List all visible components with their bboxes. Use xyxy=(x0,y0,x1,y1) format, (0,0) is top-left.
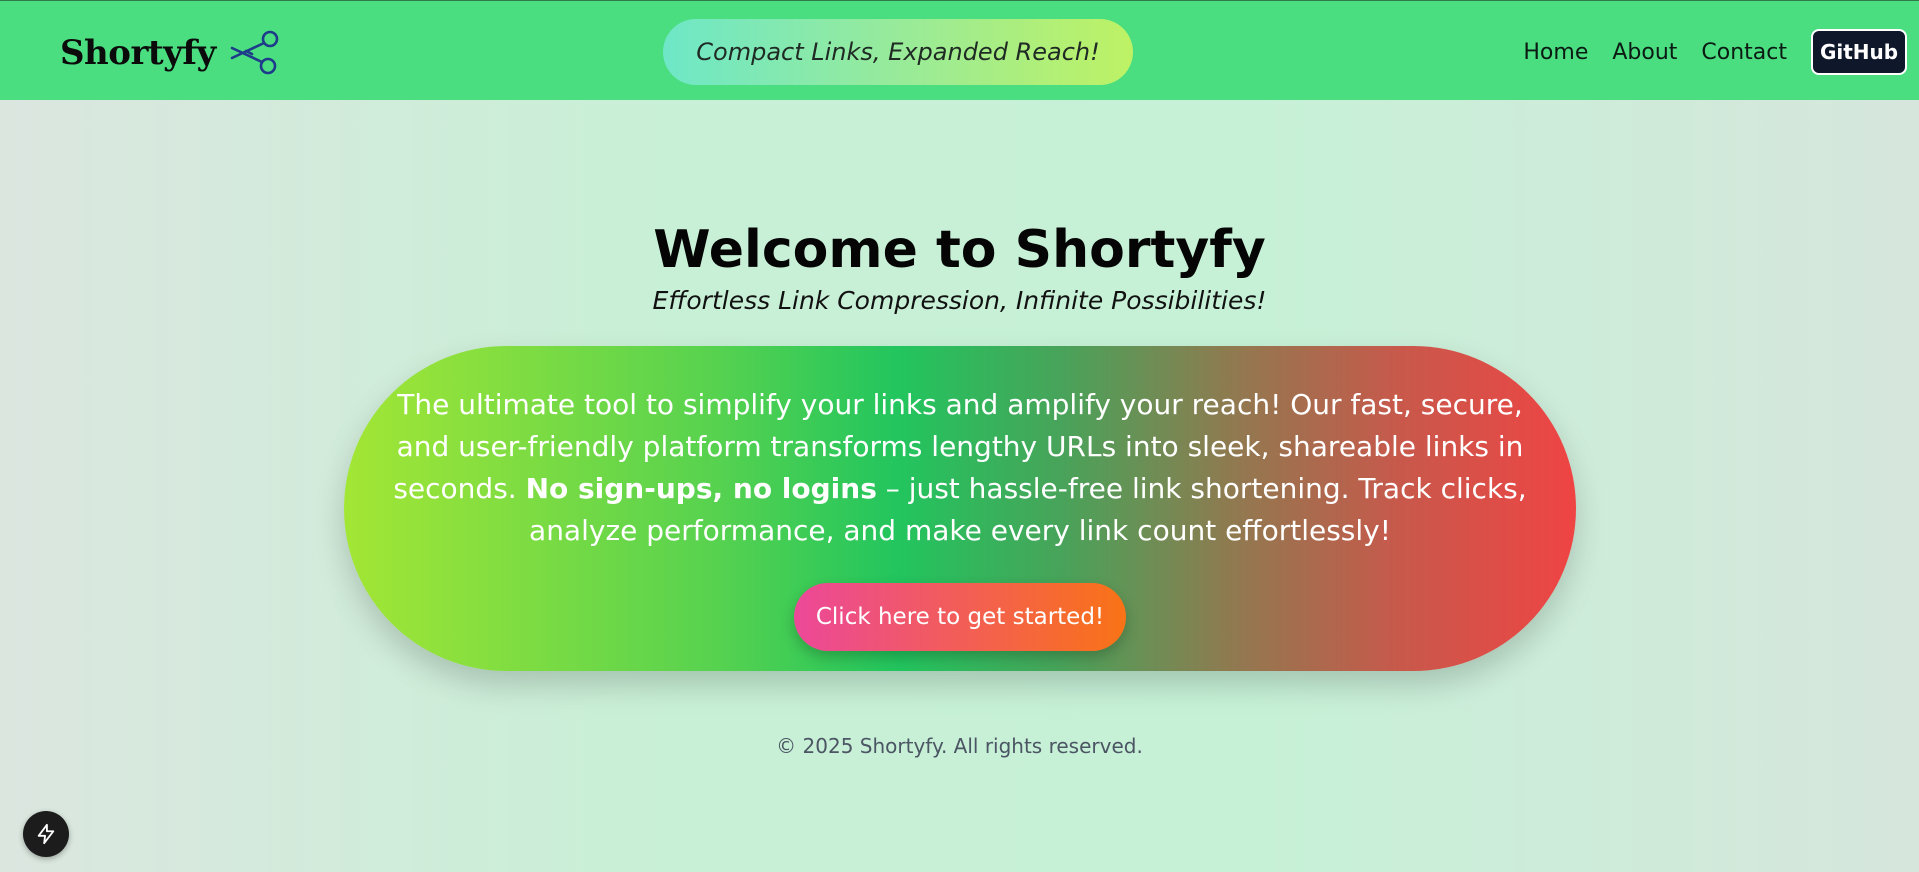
tagline-text: Compact Links, Expanded Reach! xyxy=(696,38,1100,66)
brand-logo[interactable]: Shortyfy xyxy=(60,25,286,81)
hero-subtitle: Effortless Link Compression, Infinite Po… xyxy=(652,286,1267,315)
nav-about-link[interactable]: About xyxy=(1612,40,1677,65)
bolt-icon xyxy=(37,823,55,845)
get-started-button[interactable]: Click here to get started! xyxy=(794,583,1126,651)
dev-tools-button[interactable] xyxy=(23,811,69,857)
top-navbar: Shortyfy Compact Links, Expanded Reach! … xyxy=(0,0,1919,100)
nav-home-link[interactable]: Home xyxy=(1523,40,1588,65)
scissors-icon xyxy=(230,30,279,75)
github-button[interactable]: GitHub xyxy=(1811,29,1907,75)
main-nav: Home About Contact GitHub xyxy=(1523,29,1907,75)
nav-contact-link[interactable]: Contact xyxy=(1701,40,1787,65)
tagline-pill: Compact Links, Expanded Reach! xyxy=(663,19,1133,85)
hero-description-bold: No sign-ups, no logins xyxy=(525,472,877,505)
hero-description: The ultimate tool to simplify your links… xyxy=(374,384,1546,552)
hero-card: The ultimate tool to simplify your links… xyxy=(344,346,1576,671)
footer-copyright: © 2025 Shortyfy. All rights reserved. xyxy=(776,734,1143,758)
brand-name: Shortyfy xyxy=(60,33,216,73)
hero-title: Welcome to Shortyfy xyxy=(653,220,1266,280)
